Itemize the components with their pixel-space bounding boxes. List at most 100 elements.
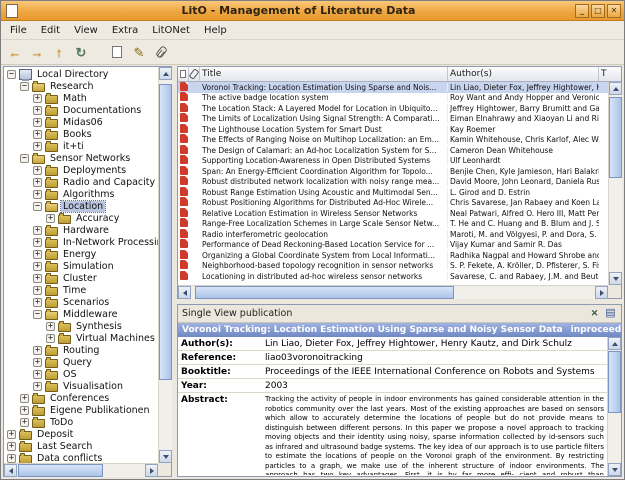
tree-item-todo[interactable]: + ToDo bbox=[4, 416, 158, 428]
tree-toggle-expanded-icon[interactable]: − bbox=[33, 309, 42, 319]
tree-toggle-expanded-icon[interactable]: − bbox=[20, 153, 29, 163]
header-attachment-column[interactable] bbox=[189, 67, 200, 82]
scroll-thumb[interactable] bbox=[159, 83, 172, 380]
tree-toggle-collapsed-icon[interactable]: + bbox=[33, 285, 42, 295]
tree-toggle-collapsed-icon[interactable]: + bbox=[33, 297, 42, 307]
scroll-thumb[interactable] bbox=[195, 286, 454, 299]
tree-vertical-scrollbar[interactable] bbox=[158, 67, 172, 463]
table-horizontal-scrollbar[interactable] bbox=[178, 285, 608, 299]
scroll-up-button[interactable] bbox=[159, 67, 172, 80]
menu-view[interactable]: View bbox=[67, 24, 105, 37]
table-row[interactable]: Relative Location Estimation in Wireless… bbox=[178, 207, 608, 219]
table-row[interactable]: Span: An Energy-Efficient Coordination A… bbox=[178, 165, 608, 177]
tree-toggle-collapsed-icon[interactable]: + bbox=[33, 189, 42, 199]
tree-item-conferences[interactable]: + Conferences bbox=[4, 392, 158, 404]
tree-item-sensor-networks[interactable]: − Sensor Networks bbox=[4, 152, 158, 164]
tree-toggle-collapsed-icon[interactable]: + bbox=[20, 405, 29, 415]
maximize-button[interactable]: □ bbox=[591, 3, 605, 18]
table-row[interactable]: The active badge location system Roy Wan… bbox=[178, 92, 608, 104]
forward-button[interactable]: → bbox=[27, 42, 47, 62]
tree-item-visualisation[interactable]: + Visualisation bbox=[4, 380, 158, 392]
tree-item-radio-and-capacity[interactable]: + Radio and Capacity bbox=[4, 176, 158, 188]
tree-toggle-collapsed-icon[interactable]: + bbox=[46, 321, 55, 331]
table-row[interactable]: Range-Free Localization Schemes in Large… bbox=[178, 218, 608, 230]
tree-toggle-expanded-icon[interactable]: − bbox=[33, 201, 42, 211]
tree-toggle-collapsed-icon[interactable]: + bbox=[33, 357, 42, 367]
scroll-thumb[interactable] bbox=[608, 351, 621, 414]
menu-help[interactable]: Help bbox=[197, 24, 234, 37]
tree-item-accuracy[interactable]: + Accuracy bbox=[4, 212, 158, 224]
tree-item-eigene-publikationen[interactable]: + Eigene Publikationen bbox=[4, 404, 158, 416]
tree-toggle-collapsed-icon[interactable]: + bbox=[33, 261, 42, 271]
table-row[interactable]: Supporting Location-Awareness in Open Di… bbox=[178, 155, 608, 167]
tree-item-deployments[interactable]: + Deployments bbox=[4, 164, 158, 176]
scroll-down-button[interactable] bbox=[159, 450, 172, 463]
tree-item-energy[interactable]: + Energy bbox=[4, 248, 158, 260]
table-row[interactable]: The Lighthouse Location System for Smart… bbox=[178, 123, 608, 135]
tree-toggle-collapsed-icon[interactable]: + bbox=[7, 441, 16, 451]
tree-toggle-collapsed-icon[interactable]: + bbox=[33, 369, 42, 379]
new-entry-button[interactable] bbox=[107, 42, 127, 62]
tree-item-math[interactable]: + Math bbox=[4, 92, 158, 104]
table-row[interactable]: Robust Range Estimation Using Acoustic a… bbox=[178, 186, 608, 198]
tree-toggle-collapsed-icon[interactable]: + bbox=[33, 165, 42, 175]
tree-item-it-ti[interactable]: + it+ti bbox=[4, 140, 158, 152]
tree-item-algorithms[interactable]: + Algorithms bbox=[4, 188, 158, 200]
table-row[interactable]: Robust Positioning Algorithms for Distri… bbox=[178, 197, 608, 209]
tree-toggle-collapsed-icon[interactable]: + bbox=[33, 117, 42, 127]
table-row[interactable]: Locationing in distributed ad-hoc wirele… bbox=[178, 270, 608, 282]
tree-toggle-collapsed-icon[interactable]: + bbox=[33, 129, 42, 139]
tree-toggle-collapsed-icon[interactable]: + bbox=[46, 213, 55, 223]
table-row[interactable]: Robust distributed network localization … bbox=[178, 176, 608, 188]
title-bar[interactable]: LitO - Management of Literature Data _ □… bbox=[1, 1, 624, 21]
tree-item-routing[interactable]: + Routing bbox=[4, 344, 158, 356]
menu-litonet[interactable]: LitONet bbox=[145, 24, 197, 37]
tree-toggle-collapsed-icon[interactable]: + bbox=[20, 393, 29, 403]
tree-toggle-collapsed-icon[interactable]: + bbox=[33, 141, 42, 151]
tree-item-in-network-processing[interactable]: + In-Network Processing bbox=[4, 236, 158, 248]
tree-item-research[interactable]: − Research bbox=[4, 80, 158, 92]
tree-item-deposit[interactable]: + Deposit bbox=[4, 428, 158, 440]
up-button[interactable]: ↑ bbox=[49, 42, 69, 62]
attach-button[interactable] bbox=[151, 42, 171, 62]
tree-toggle-collapsed-icon[interactable]: + bbox=[7, 429, 16, 439]
tree-toggle-collapsed-icon[interactable]: + bbox=[33, 345, 42, 355]
scroll-track[interactable] bbox=[17, 464, 145, 477]
tree-item-simulation[interactable]: + Simulation bbox=[4, 260, 158, 272]
table-row[interactable]: The Effects of Ranging Noise on Multihop… bbox=[178, 134, 608, 146]
tree-toggle-collapsed-icon[interactable]: + bbox=[33, 225, 42, 235]
scroll-up-button[interactable] bbox=[608, 337, 621, 350]
scroll-thumb[interactable] bbox=[609, 96, 622, 179]
tree-item-data-conflicts[interactable]: + Data conflicts bbox=[4, 452, 158, 463]
table-row[interactable]: Organizing a Global Coordinate System fr… bbox=[178, 249, 608, 261]
tree-item-documentations[interactable]: + Documentations bbox=[4, 104, 158, 116]
scroll-thumb[interactable] bbox=[18, 464, 103, 477]
scroll-up-button[interactable] bbox=[609, 82, 622, 95]
tree-item-hardware[interactable]: + Hardware bbox=[4, 224, 158, 236]
table-row[interactable]: Voronoi Tracking: Location Estimation Us… bbox=[178, 82, 608, 93]
tree-item-query[interactable]: + Query bbox=[4, 356, 158, 368]
tree-toggle-collapsed-icon[interactable]: + bbox=[33, 177, 42, 187]
tree-toggle-collapsed-icon[interactable]: + bbox=[33, 105, 42, 115]
tree-toggle-collapsed-icon[interactable]: + bbox=[33, 273, 42, 283]
table-row[interactable]: The Limits of Localization Using Signal … bbox=[178, 113, 608, 125]
header-title[interactable]: Title bbox=[200, 67, 448, 82]
table-row[interactable]: Performance of Dead Reckoning-Based Loca… bbox=[178, 239, 608, 251]
tree-toggle-expanded-icon[interactable]: − bbox=[20, 81, 29, 91]
back-button[interactable]: ← bbox=[5, 42, 25, 62]
close-view-button[interactable]: ✕ bbox=[588, 307, 601, 320]
tree-toggle-collapsed-icon[interactable]: + bbox=[33, 93, 42, 103]
tree-toggle-collapsed-icon[interactable]: + bbox=[20, 417, 29, 427]
header-type[interactable]: T bbox=[599, 67, 608, 82]
close-button[interactable]: ✕ bbox=[607, 3, 621, 18]
scroll-track[interactable] bbox=[159, 80, 172, 450]
scroll-down-button[interactable] bbox=[609, 272, 622, 285]
header-authors[interactable]: Author(s) bbox=[448, 67, 599, 82]
tree-item-cluster[interactable]: + Cluster bbox=[4, 272, 158, 284]
detail-vertical-scrollbar[interactable] bbox=[607, 337, 621, 476]
scroll-left-button[interactable] bbox=[4, 464, 17, 477]
menu-edit[interactable]: Edit bbox=[34, 24, 67, 37]
tree-item-middleware[interactable]: − Middleware bbox=[4, 308, 158, 320]
refresh-button[interactable]: ↻ bbox=[71, 42, 91, 62]
tree-toggle-expanded-icon[interactable]: − bbox=[7, 69, 16, 79]
